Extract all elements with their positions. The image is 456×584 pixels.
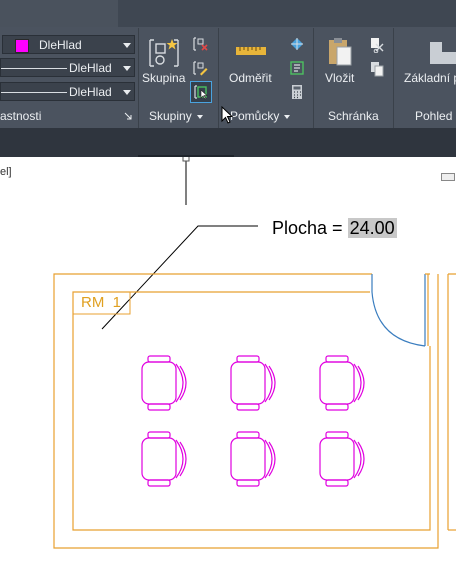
chevron-down-icon — [284, 114, 291, 119]
panel-separator — [313, 28, 314, 128]
chairs — [141, 355, 365, 487]
utilities-panel-title: Pomůcky — [230, 109, 280, 123]
area-label: Plocha = — [272, 218, 348, 238]
dialog-launcher-icon[interactable] — [124, 112, 132, 120]
door — [371, 274, 426, 347]
mouse-cursor-icon — [221, 106, 233, 124]
color-dropdown[interactable]: DleHlad — [2, 35, 135, 54]
calculator-icon[interactable] — [289, 84, 305, 100]
leader-line — [101, 157, 258, 330]
ungroup-icon[interactable] — [192, 36, 208, 52]
base-view-button[interactable]: Základní p — [404, 71, 456, 85]
id-point-icon[interactable] — [289, 36, 305, 52]
utilities-panel-label[interactable]: Pomůcky — [230, 109, 291, 123]
measure-button[interactable]: Odměřit — [229, 71, 272, 85]
linetype-preview — [1, 68, 67, 69]
chevron-down-icon — [123, 43, 131, 48]
chevron-down-icon — [123, 66, 131, 71]
viewport-control[interactable]: el] — [0, 166, 12, 178]
measure-icon[interactable] — [235, 44, 267, 58]
room-tag[interactable]: RM 1 — [81, 294, 121, 311]
group-edit-icon[interactable] — [192, 60, 208, 76]
chevron-down-icon — [123, 90, 131, 95]
base-view-icon[interactable] — [428, 40, 456, 66]
lineweight-dropdown[interactable]: DleHlad — [0, 82, 135, 101]
view-panel-label: Pohled — [415, 109, 452, 123]
group-button[interactable]: Skupina — [142, 71, 185, 85]
color-swatch — [15, 39, 29, 53]
group-icon[interactable] — [147, 36, 181, 70]
color-dropdown-value: DleHlad — [39, 38, 82, 52]
chevron-down-icon — [196, 114, 203, 119]
properties-panel-label[interactable]: astnosti — [0, 109, 41, 123]
cut-icon[interactable] — [369, 37, 385, 53]
groups-panel-title: Skupiny — [149, 109, 192, 123]
view-panel-title: Pohled — [415, 109, 453, 123]
outer-wall — [53, 273, 439, 549]
lineweight-dropdown-value: DleHlad — [69, 85, 112, 99]
group-select-button[interactable] — [190, 81, 212, 103]
quick-select-icon[interactable] — [289, 60, 305, 76]
ribbon-bottom-strip — [0, 128, 456, 157]
panel-separator — [218, 28, 219, 128]
properties-panel-title: astnosti — [0, 109, 42, 123]
area-value: 24.00 — [347, 218, 397, 238]
panel-separator — [393, 28, 394, 128]
lineweight-preview — [1, 92, 67, 93]
groups-panel-label[interactable]: Skupiny — [149, 109, 203, 123]
inner-wall — [72, 291, 431, 531]
clipboard-panel-title: Schránka — [328, 109, 379, 123]
clipboard-panel-label: Schránka — [328, 109, 379, 123]
linetype-dropdown[interactable]: DleHlad — [0, 58, 135, 77]
ribbon: DleHlad DleHlad DleHlad astnosti Skupina — [0, 0, 456, 157]
paste-button[interactable]: Vložit — [325, 71, 354, 85]
ribbon-top-strip — [0, 0, 456, 27]
copy-icon[interactable] — [369, 61, 385, 77]
area-annotation[interactable]: Plocha = 24.00 — [272, 218, 397, 239]
minimize-viewport-button[interactable] — [441, 173, 455, 181]
group-select-icon — [194, 85, 208, 100]
linetype-dropdown-value: DleHlad — [69, 61, 112, 75]
panel-separator — [138, 28, 139, 128]
paste-icon[interactable] — [326, 36, 354, 68]
